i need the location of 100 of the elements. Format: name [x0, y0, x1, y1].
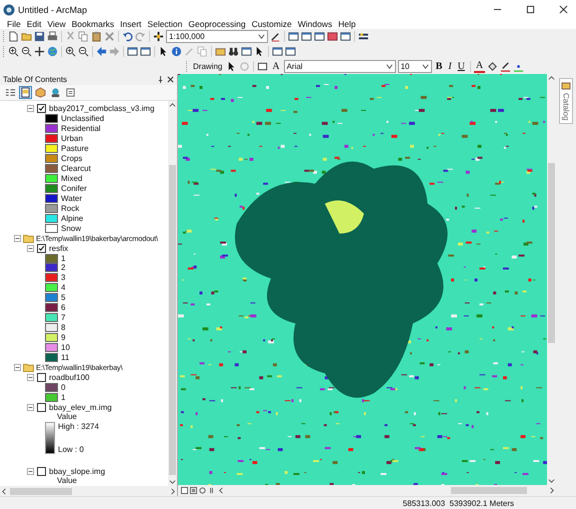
expander-icon[interactable]: [27, 244, 34, 252]
legend-title: Value: [56, 476, 78, 486]
drawing-menu[interactable]: Drawing: [191, 62, 224, 71]
new-document-icon[interactable]: [8, 31, 19, 42]
layer-checkbox[interactable]: [37, 402, 46, 412]
menu-item[interactable]: Help: [335, 19, 359, 29]
legend-label: 7: [61, 313, 66, 322]
menu-item[interactable]: Insert: [117, 19, 144, 29]
layout-view-icon[interactable]: [181, 487, 188, 494]
coordinates-readout: 585313.003 5393902.1 Meters: [402, 498, 514, 508]
legend-label: Unclassified: [61, 114, 104, 124]
scroll-left-icon[interactable]: [1, 488, 8, 494]
layer-name[interactable]: bbay2017_combclass_v3.img: [49, 104, 154, 114]
expander-icon[interactable]: [27, 404, 34, 411]
undo-icon[interactable]: [122, 31, 133, 42]
layer-name[interactable]: bbay_slope.img: [49, 466, 106, 476]
scroll-down-icon[interactable]: [169, 478, 176, 485]
pin-icon[interactable]: [157, 76, 164, 83]
scrollbar-thumb[interactable]: [451, 487, 527, 494]
layer-name[interactable]: resfix: [49, 244, 68, 253]
layer-name[interactable]: roadbuf100: [49, 372, 90, 382]
legend-label: Conifer: [61, 184, 87, 193]
tab-label: Catalog: [562, 93, 570, 121]
pointer-icon[interactable]: [158, 46, 169, 57]
italic-button[interactable]: I: [446, 61, 454, 72]
legend-label: Water: [61, 194, 82, 203]
expander-icon[interactable]: [14, 364, 21, 371]
legend-label: 1: [61, 254, 66, 263]
print-icon[interactable]: [47, 31, 58, 42]
close-icon[interactable]: [167, 76, 174, 83]
pointer-icon[interactable]: [254, 46, 265, 57]
data-view-icon[interactable]: [190, 487, 197, 494]
legend-label: 2: [61, 263, 66, 272]
legend-label: Pasture: [61, 144, 89, 154]
layer-name[interactable]: bbay_elev_m.img: [49, 402, 112, 412]
menu-item[interactable]: Selection: [144, 19, 186, 29]
pause-icon[interactable]: [208, 487, 215, 494]
legend-label: 4: [61, 283, 66, 292]
close-icon[interactable]: [559, 5, 568, 14]
zoom-out-icon[interactable]: [78, 46, 89, 57]
text-tool[interactable]: A: [270, 61, 282, 72]
info-icon[interactable]: [171, 46, 182, 57]
scrollbar-thumb[interactable]: [169, 165, 176, 475]
folder-icon: [23, 362, 34, 372]
menu-item[interactable]: Windows: [294, 19, 336, 29]
legend-label: 11: [61, 352, 70, 362]
font-size-dropdown[interactable]: 10: [398, 60, 432, 73]
layer-checkbox[interactable]: [37, 104, 46, 114]
copy-icon[interactable]: [78, 31, 89, 42]
legend-label: Clearcut: [61, 164, 91, 174]
layer-checkbox[interactable]: [37, 372, 46, 382]
scrollbar-thumb[interactable]: [548, 163, 555, 343]
legend-label: 0: [61, 382, 66, 392]
legend-label: Snow: [61, 224, 82, 233]
scroll-up-icon[interactable]: [169, 102, 176, 109]
list-icon[interactable]: [5, 87, 16, 98]
zoom-out-icon[interactable]: [21, 46, 32, 57]
app-icon: [3, 4, 15, 16]
back-arrow-icon[interactable]: [96, 46, 107, 57]
menu-item[interactable]: Bookmarks: [68, 19, 118, 29]
binoculars-icon[interactable]: [228, 46, 239, 57]
save-icon[interactable]: [34, 31, 45, 42]
scrollbar-thumb[interactable]: [10, 488, 72, 494]
rectangle-icon[interactable]: [257, 61, 268, 72]
pen-icon[interactable]: [500, 61, 512, 72]
zoom-in-icon[interactable]: [65, 46, 76, 57]
scroll-right-icon[interactable]: [548, 487, 555, 494]
scroll-up-icon[interactable]: [548, 75, 555, 82]
expander-icon[interactable]: [27, 105, 34, 112]
expander-icon[interactable]: [27, 468, 34, 475]
catalog-icon: [561, 81, 571, 91]
maximize-icon[interactable]: [526, 5, 535, 14]
underline-button[interactable]: U: [456, 61, 467, 72]
folder-icon[interactable]: [21, 31, 32, 42]
pencil-icon[interactable]: [270, 31, 281, 42]
scale-dropdown[interactable]: 1:100,000: [166, 30, 268, 43]
menu-item[interactable]: Edit: [24, 19, 44, 29]
add-data-icon[interactable]: [153, 31, 164, 42]
menu-item[interactable]: Customize: [248, 19, 295, 29]
expander-icon[interactable]: [14, 234, 21, 242]
menu-item[interactable]: Geoprocessing: [185, 19, 249, 29]
layer-checkbox[interactable]: [37, 244, 46, 253]
menu-item[interactable]: View: [44, 19, 69, 29]
paste-icon[interactable]: [91, 31, 102, 42]
scroll-left-icon[interactable]: [218, 487, 225, 494]
options-icon[interactable]: [65, 87, 76, 98]
layer-checkbox[interactable]: [37, 466, 46, 476]
legend-label: 9: [61, 333, 66, 342]
scroll-right-icon[interactable]: [169, 488, 176, 494]
expander-icon[interactable]: [27, 374, 34, 381]
bold-button[interactable]: B: [434, 61, 444, 72]
legend-label: Residential: [61, 124, 101, 134]
legend-label: Alpine: [61, 214, 84, 223]
scroll-down-icon[interactable]: [548, 477, 555, 484]
catalog-tab[interactable]: Catalog: [559, 78, 573, 124]
menu-item[interactable]: File: [4, 19, 24, 29]
zoom-in-icon[interactable]: [8, 46, 19, 57]
caret-icon: [258, 33, 265, 40]
font-dropdown[interactable]: Arial: [284, 60, 396, 73]
map-drawing[interactable]: [178, 74, 547, 485]
